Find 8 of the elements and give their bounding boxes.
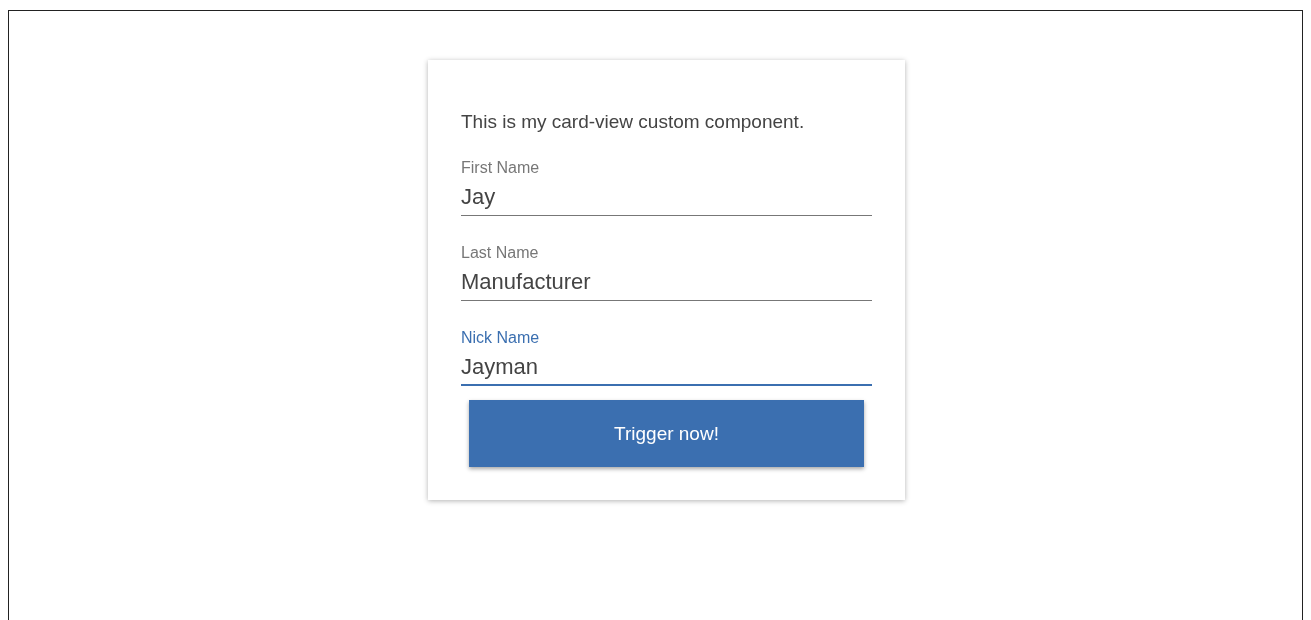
field-label: First Name: [461, 158, 541, 178]
text-field[interactable]: Manufacturer: [461, 267, 872, 301]
card-description: This is my card-view custom component.: [461, 110, 806, 134]
text-field[interactable]: Jayman: [461, 352, 872, 386]
text-field[interactable]: Jay: [461, 182, 872, 216]
trigger-button[interactable]: Trigger now!: [469, 400, 864, 467]
field-label: Last Name: [461, 243, 540, 263]
field-label: Nick Name: [461, 328, 541, 348]
